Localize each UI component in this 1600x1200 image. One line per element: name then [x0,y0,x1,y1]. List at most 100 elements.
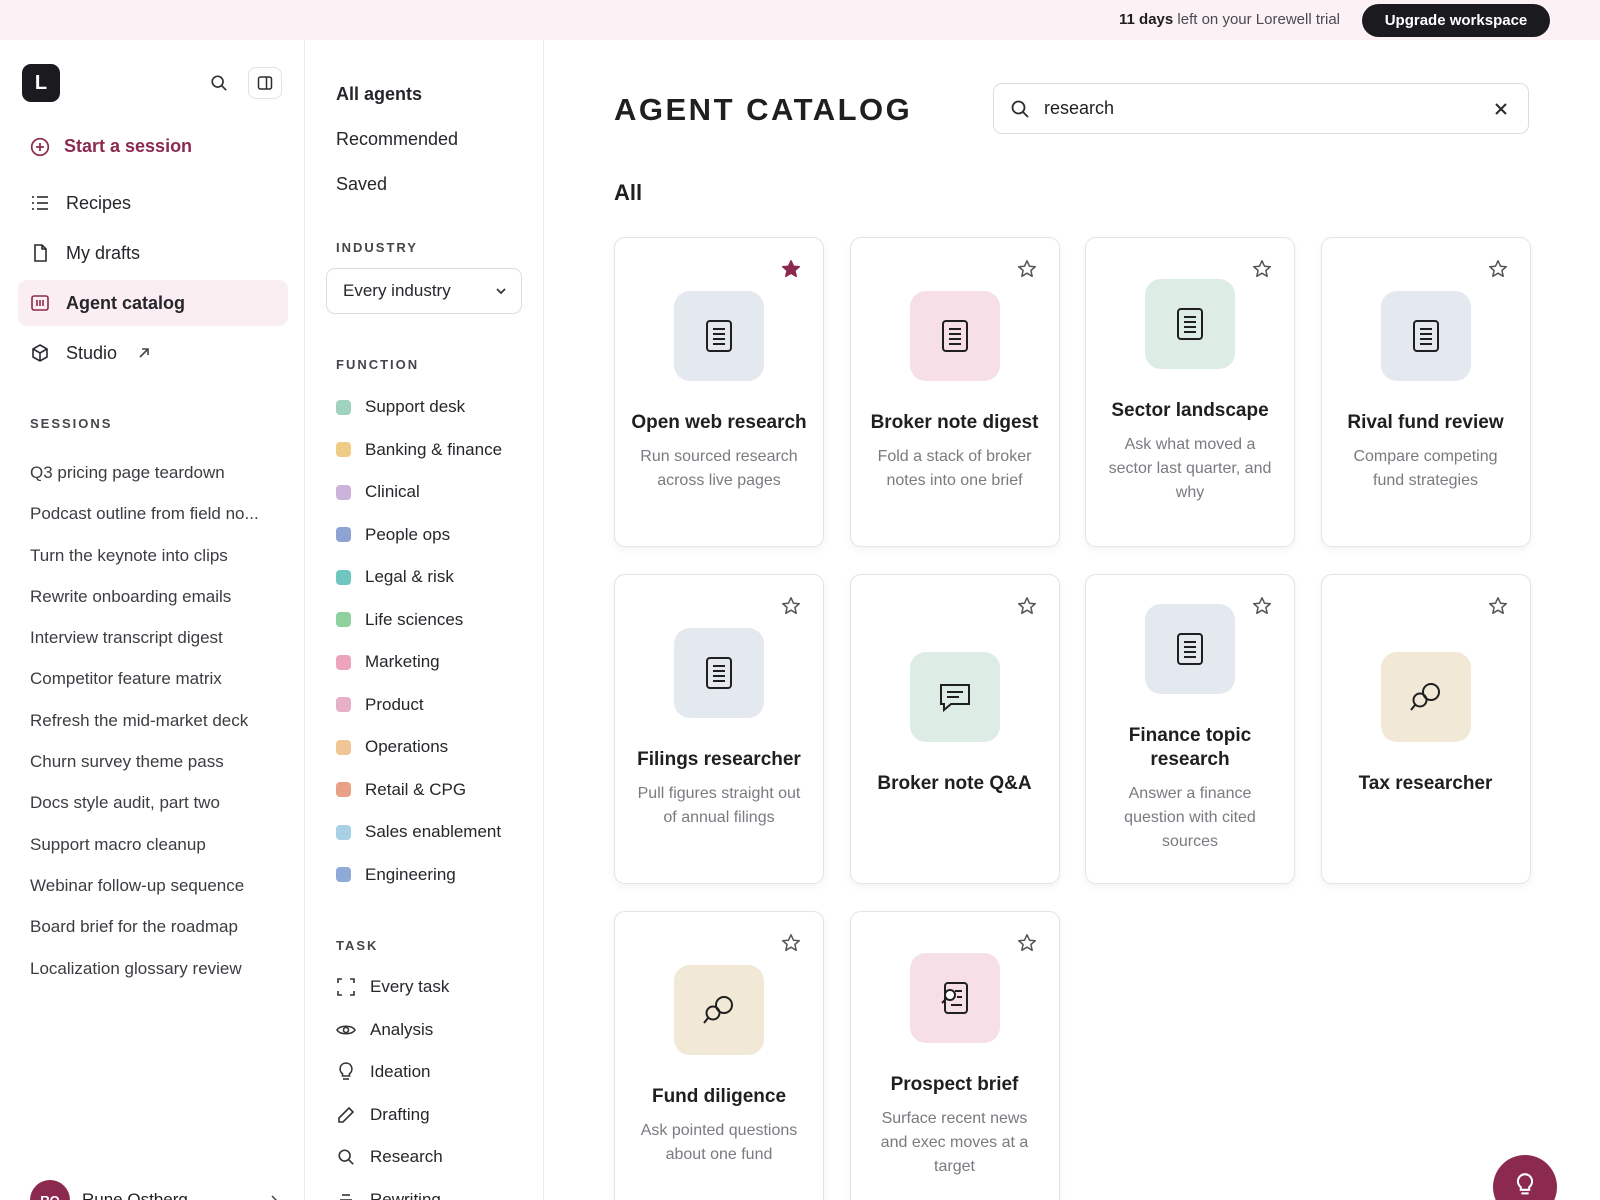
session-item[interactable]: Podcast outline from field no... [30,493,285,534]
nav-label: Agent catalog [66,292,186,313]
task-ideation[interactable]: Ideation [336,1051,449,1094]
task-rewriting[interactable]: Rewriting [336,1179,449,1200]
function-filter-item[interactable]: People ops [336,514,502,557]
session-item[interactable]: Rewrite onboarding emails [30,576,285,617]
view-saved[interactable]: Saved [336,162,458,207]
function-filter-item[interactable]: Clinical [336,471,502,514]
task-every-task[interactable]: Every task [336,966,449,1009]
star-filled-icon[interactable] [781,259,801,279]
function-filter-item[interactable]: Marketing [336,641,502,684]
search-icon[interactable] [208,72,230,94]
function-filter-item[interactable]: Banking & finance [336,429,502,472]
star-icon[interactable] [1017,933,1037,953]
upgrade-workspace-button[interactable]: Upgrade workspace [1362,4,1550,37]
agent-description: Pull figures straight out of annual fili… [637,785,801,826]
task-analysis[interactable]: Analysis [336,1009,449,1052]
star-icon[interactable] [1488,259,1508,279]
agent-grid: Open web research Run sourced research ac… [614,237,1534,1200]
view-all-agents[interactable]: All agents [336,72,458,117]
function-filter-item[interactable]: Life sciences [336,599,502,642]
start-session-button[interactable]: Start a session [30,136,192,157]
nav-item-my-drafts[interactable]: My drafts [18,230,288,276]
app-logo[interactable]: L [22,64,60,102]
chevron-right-icon [271,1195,278,1200]
nav-item-agent-catalog[interactable]: Agent catalog [18,280,288,326]
function-label-text: Clinical [365,482,420,502]
industry-value: Every industry [343,281,451,300]
agent-card[interactable]: Broker note digest Fold a stack of broker… [849,237,1060,547]
session-item[interactable]: Churn survey theme pass [30,741,285,782]
agent-description: Ask what moved a sector last quarter, an… [1108,436,1272,501]
cube-icon [32,344,48,362]
star-icon[interactable] [1017,259,1037,279]
agent-title: Finance topic research [1128,725,1252,770]
agent-card[interactable]: Tax researcher [1320,574,1531,884]
agent-description: Fold a stack of broker notes into one br… [877,448,1032,489]
color-swatch [336,697,351,713]
agent-card[interactable]: Sector landscape Ask what moved a sector … [1085,237,1295,547]
session-item[interactable]: Refresh the mid-market deck [30,700,285,741]
task-label-text: Rewriting [370,1189,441,1200]
function-filter-item[interactable]: Legal & risk [336,556,502,599]
session-item[interactable]: Board brief for the roadmap [30,906,285,947]
session-list: Q3 pricing page teardown Podcast outline… [30,452,285,989]
pencil-icon [336,1106,356,1124]
agent-card[interactable]: Filings researcher Pull figures straight … [614,574,824,884]
function-filter-item[interactable]: Operations [336,726,502,769]
agent-title: Broker note digest [870,412,1039,433]
industry-dropdown[interactable]: Every industry [326,268,522,314]
function-filter-item[interactable]: Support desk [336,386,502,429]
star-icon[interactable] [1488,596,1508,616]
agent-card[interactable]: Rival fund review Compare competing fund … [1320,237,1531,547]
agent-title: Tax researcher [1358,773,1493,794]
agent-description: Ask pointed questions about one fund [640,1122,798,1163]
close-icon[interactable] [1490,98,1512,120]
star-icon[interactable] [1252,259,1272,279]
function-label-text: Retail & CPG [365,779,467,799]
catalog-views: All agents Recommended Saved [336,72,458,207]
function-label-text: Operations [365,737,449,757]
task-drafting[interactable]: Drafting [336,1094,449,1137]
session-item[interactable]: Webinar follow-up sequence [30,865,285,906]
agent-card[interactable]: Broker note Q&A [849,574,1060,884]
sidebar-toggle-icon[interactable] [248,67,282,99]
nav-item-recipes[interactable]: Recipes [18,180,288,226]
color-swatch [336,484,351,500]
nav-label: My drafts [66,242,141,263]
trial-message: 11 days left on your Lorewell trial [1119,11,1340,28]
session-item[interactable]: Interview transcript digest [30,617,285,658]
star-icon[interactable] [781,933,801,953]
task-label-text: Ideation [370,1062,431,1082]
user-profile[interactable]: RO Rune Ostberg [30,1180,280,1200]
lines-icon [336,1191,356,1200]
function-filter-item[interactable]: Retail & CPG [336,769,502,812]
session-item[interactable]: Turn the keynote into clips [30,535,285,576]
color-swatch [336,867,351,883]
function-filter-item[interactable]: Sales enablement [336,811,502,854]
function-filter-item[interactable]: Product [336,684,502,727]
session-item[interactable]: Docs style audit, part two [30,782,285,823]
nav-item-studio[interactable]: Studio [18,330,288,376]
session-item[interactable]: Competitor feature matrix [30,658,285,699]
search-input[interactable] [1044,98,1476,119]
session-item[interactable]: Support macro cleanup [30,824,285,865]
session-item[interactable]: Q3 pricing page teardown [30,452,285,493]
view-recommended[interactable]: Recommended [336,117,458,162]
function-label-text: Sales enablement [365,822,502,842]
star-icon[interactable] [781,596,801,616]
catalog-search[interactable] [993,83,1529,134]
task-research[interactable]: Research [336,1136,449,1179]
document-icon [674,628,764,718]
session-item[interactable]: Localization glossary review [30,948,285,989]
document-icon [1380,291,1471,381]
agent-card[interactable]: Finance topic research Answer a finance q… [1085,574,1295,884]
doc-search-icon [909,953,1000,1043]
catalog-icon [31,295,49,311]
agent-card[interactable]: Fund diligence Ask pointed questions abou… [614,911,824,1200]
star-icon[interactable] [1252,596,1272,616]
agent-card[interactable]: Prospect brief Surface recent news and ex… [849,911,1060,1200]
agent-card[interactable]: Open web research Run sourced research ac… [614,237,824,547]
function-filter-item[interactable]: Engineering [336,854,502,897]
star-icon[interactable] [1017,596,1037,616]
nav-label: Recipes [66,192,132,213]
